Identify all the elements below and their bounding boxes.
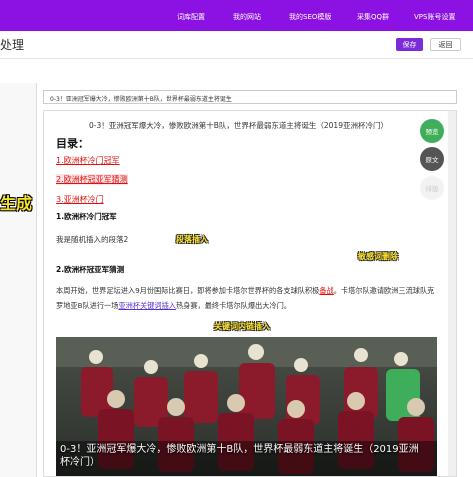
nav-item-seo-template[interactable]: 我的SEO模版 <box>289 12 331 22</box>
nav-item-vps-settings[interactable]: VPS账号设置 <box>414 12 455 22</box>
save-button[interactable]: 保存 <box>396 38 423 51</box>
nav-item-lexicon[interactable]: 词库配置 <box>177 12 205 22</box>
image-caption: 0-3！亚洲冠军爆大冷，惨败欧洲第十B队，世界杯最弱东道主将诞生（2019亚洲杯… <box>60 444 419 468</box>
article-body: 本周开始，世界足坛进入9月份国际比赛日，即将参加卡塔尔世界杯的各支球队积极备战。… <box>56 283 436 313</box>
article-title-input[interactable]: 0-3！亚洲冠军爆大冷，惨败欧洲第十B队，世界杯最弱东道主将诞生 <box>43 90 457 104</box>
keyword-link-insert-annotation: 关键词内链插入 <box>214 322 270 331</box>
paragraph-insert-annotation: 段落插入 <box>176 235 208 244</box>
original-text-button[interactable]: 原文 <box>420 147 444 171</box>
left-panel <box>0 83 37 477</box>
sensitive-delete-annotation: 敏感词删除 <box>358 252 398 261</box>
inserted-paragraph: 我是随机插入的段落2 <box>56 235 129 244</box>
third-action-button[interactable]: 排版 <box>420 176 444 200</box>
body-text-post: 热身赛，最终卡塔尔队爆出大冷门。 <box>175 301 291 310</box>
keyword-inner-link[interactable]: 亚洲杯关键词插入 <box>118 301 176 310</box>
keyword-highlight[interactable]: 备战 <box>319 286 333 295</box>
toc-title: 目录： <box>56 137 89 150</box>
team-photo: 0-3！亚洲冠军爆大冷，惨败欧洲第十B队，世界杯最弱东道主将诞生（2019亚洲杯… <box>56 337 437 476</box>
page-title: 处理 <box>0 38 25 52</box>
nav-item-qq-group[interactable]: 采集QQ群 <box>357 12 389 22</box>
body-text-pre: 本周开始，世界足坛进入9月份国际比赛日，即将参加卡塔尔世界杯的各支球队积极 <box>56 286 320 295</box>
editor-scrollbar[interactable] <box>448 111 456 476</box>
nav-item-my-sites[interactable]: 我的网站 <box>233 12 261 22</box>
top-nav: 词库配置 我的网站 我的SEO模版 采集QQ群 VPS账号设置 <box>0 0 473 31</box>
toc-item-1[interactable]: 1.欧洲杯冷门冠军 <box>56 155 120 166</box>
section-heading-2: 2.欧洲杯冠亚军猜测 <box>56 265 125 274</box>
article-editor[interactable]: 0-3！亚洲冠军爆大冷，惨败欧洲第十B队，世界杯最弱东道主将诞生（2019亚洲杯… <box>43 110 457 477</box>
generate-overlay-label: 生成 <box>0 194 33 213</box>
preview-button[interactable]: 预览 <box>420 119 444 143</box>
article-heading: 0-3！亚洲冠军爆大冷，惨败欧洲第十B队，世界杯最弱东道主将诞生（2019亚洲杯… <box>89 121 388 130</box>
toc-item-3[interactable]: 3.亚洲杯冷门 <box>56 194 104 205</box>
toc-item-2[interactable]: 2.欧洲杯冠亚军猜测 <box>56 174 128 185</box>
back-button[interactable]: 返回 <box>430 38 461 51</box>
section-heading-1: 1.欧洲杯冷门冠军 <box>56 212 117 221</box>
